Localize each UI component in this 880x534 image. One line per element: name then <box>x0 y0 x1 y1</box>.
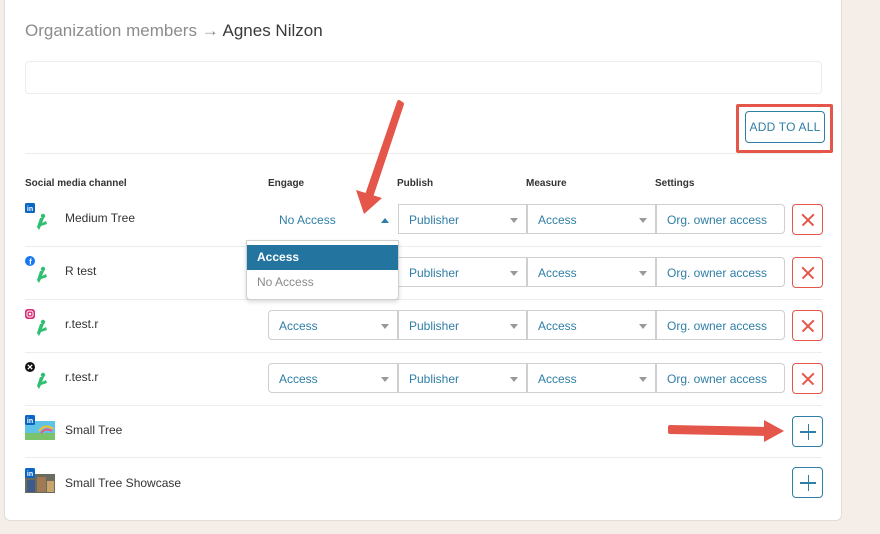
annotation-arrows <box>356 100 784 442</box>
annotation-arrow-to-add <box>668 420 784 442</box>
annotation-arrow-to-dropdown <box>356 100 404 214</box>
